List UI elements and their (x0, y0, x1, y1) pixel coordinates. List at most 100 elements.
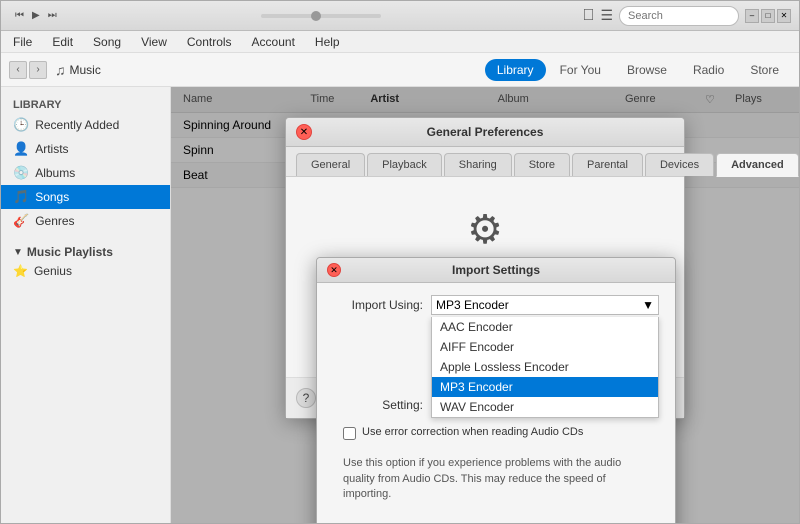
library-section-title: Library (1, 95, 170, 113)
import-title: Import Settings (341, 263, 651, 277)
error-correction-checkbox[interactable] (343, 427, 356, 440)
dropdown-wav[interactable]: WAV Encoder (432, 397, 658, 417)
songs-icon: 🎵 (13, 189, 29, 205)
tab-radio[interactable]: Radio (681, 59, 736, 81)
genres-icon: 🎸 (13, 213, 29, 229)
fast-forward-button[interactable]: ⏭ (46, 8, 59, 23)
sidebar-item-genius[interactable]: ⭐ Genius (1, 261, 170, 281)
tab-parental[interactable]: Parental (572, 153, 643, 176)
maximize-button[interactable]: □ (761, 9, 775, 23)
tab-sharing[interactable]: Sharing (444, 153, 512, 176)
menu-help[interactable]: Help (311, 33, 344, 51)
progress-bar-area (65, 14, 577, 18)
general-prefs-help-button[interactable]: ? (296, 388, 316, 408)
progress-thumb (311, 11, 321, 21)
songs-label: Songs (35, 190, 69, 204)
playlists-section-title[interactable]: ▼ Music Playlists (1, 241, 170, 261)
playlists-label: Music Playlists (27, 245, 113, 259)
menu-file[interactable]: File (9, 33, 36, 51)
sidebar-item-artists[interactable]: 👤 Artists (1, 137, 170, 161)
menu-edit[interactable]: Edit (48, 33, 77, 51)
error-correction-description: Use this option if you experience proble… (333, 450, 659, 508)
nav-arrows: ‹ › (9, 61, 47, 79)
general-prefs-tabs: General Playback Sharing Store Parental … (286, 147, 684, 177)
rewind-button[interactable]: ⏮ (13, 8, 26, 23)
minimize-button[interactable]: – (745, 9, 759, 23)
overlay: ✕ General Preferences General Playback S… (171, 87, 799, 523)
play-button[interactable]: ▶ (30, 8, 42, 23)
import-settings-dialog: ✕ Import Settings Import Using: (316, 257, 676, 523)
general-prefs-title: General Preferences (312, 125, 658, 139)
setting-label: Setting: (333, 398, 423, 412)
gear-large-icon: ⚙ (467, 207, 503, 253)
error-correction-row: Use error correction when reading Audio … (333, 425, 659, 440)
search-input[interactable] (619, 6, 739, 26)
import-close-button[interactable]: ✕ (327, 263, 341, 277)
dropdown-apple-lossless[interactable]: Apple Lossless Encoder (432, 357, 658, 377)
close-button[interactable]: ✕ (777, 9, 791, 23)
tab-playback[interactable]: Playback (367, 153, 442, 176)
general-prefs-title-bar: ✕ General Preferences (286, 118, 684, 147)
menu-bar: File Edit Song View Controls Account Hel… (1, 31, 799, 53)
import-using-display[interactable]: MP3 Encoder ▼ (431, 295, 659, 315)
recently-added-icon: 🕒 (13, 117, 29, 133)
sidebar: Library 🕒 Recently Added 👤 Artists 💿 Alb… (1, 87, 171, 523)
sidebar-item-songs[interactable]: 🎵 Songs (1, 185, 170, 209)
albums-label: Albums (35, 166, 75, 180)
nav-bar: ‹ › ♫ Music Library For You Browse Radio… (1, 53, 799, 87)
menu-view[interactable]: View (137, 33, 171, 51)
import-using-row: Import Using: MP3 Encoder ▼ AAC (333, 295, 659, 315)
tab-store[interactable]: Store (514, 153, 570, 176)
recently-added-label: Recently Added (35, 118, 119, 132)
dropdown-mp3[interactable]: MP3 Encoder (432, 377, 658, 397)
window-controls: – □ ✕ (745, 9, 791, 23)
tab-devices[interactable]: Devices (645, 153, 714, 176)
artists-icon: 👤 (13, 141, 29, 157)
sidebar-item-albums[interactable]: 💿 Albums (1, 161, 170, 185)
genius-label: Genius (34, 264, 72, 278)
title-bar: ⏮ ▶ ⏭  ☰ – □ ✕ (1, 1, 799, 31)
menu-controls[interactable]: Controls (183, 33, 236, 51)
tab-advanced[interactable]: Advanced (716, 153, 799, 177)
import-body: Import Using: MP3 Encoder ▼ AAC (317, 283, 675, 523)
app-window: ⏮ ▶ ⏭  ☰ – □ ✕ File Edit Song View Cont… (0, 0, 800, 524)
general-preferences-dialog: ✕ General Preferences General Playback S… (285, 117, 685, 419)
sidebar-item-genres[interactable]: 🎸 Genres (1, 209, 170, 233)
playlist-expand-icon: ▼ (13, 247, 23, 258)
general-prefs-close-button[interactable]: ✕ (296, 124, 312, 140)
apple-logo:  (582, 7, 594, 25)
tab-foryou[interactable]: For You (548, 59, 613, 81)
albums-icon: 💿 (13, 165, 29, 181)
import-using-value: MP3 Encoder (436, 298, 509, 312)
main-area: Library 🕒 Recently Added 👤 Artists 💿 Alb… (1, 87, 799, 523)
artists-label: Artists (35, 142, 68, 156)
tab-library[interactable]: Library (485, 59, 546, 81)
import-using-select-wrapper: MP3 Encoder ▼ AAC Encoder AIFF Encoder A… (431, 295, 659, 315)
dropdown-aiff[interactable]: AIFF Encoder (432, 337, 658, 357)
tab-browse[interactable]: Browse (615, 59, 679, 81)
back-button[interactable]: ‹ (9, 61, 27, 79)
content-panel: Name Time Artist Album Genre ♡ Plays Spi… (171, 87, 799, 523)
forward-button[interactable]: › (29, 61, 47, 79)
list-icon[interactable]: ☰ (600, 7, 613, 24)
menu-song[interactable]: Song (89, 33, 125, 51)
general-prefs-body: ⚙ Language: English (United States) (286, 177, 684, 377)
error-correction-label: Use error correction when reading Audio … (362, 425, 583, 440)
sidebar-item-recently-added[interactable]: 🕒 Recently Added (1, 113, 170, 137)
transport-controls: ⏮ ▶ ⏭ (13, 8, 59, 23)
breadcrumb: ♫ Music (55, 62, 101, 78)
import-dropdown: AAC Encoder AIFF Encoder Apple Lossless … (431, 317, 659, 418)
menu-account[interactable]: Account (248, 33, 299, 51)
import-note: Note: These settings do not apply to son… (333, 515, 659, 523)
dropdown-aac[interactable]: AAC Encoder (432, 317, 658, 337)
import-title-bar: ✕ Import Settings (317, 258, 675, 283)
music-icon: ♫ (55, 62, 66, 78)
genres-label: Genres (35, 214, 74, 228)
tab-general[interactable]: General (296, 153, 365, 176)
breadcrumb-label: Music (70, 63, 101, 77)
nav-tabs: Library For You Browse Radio Store (485, 59, 791, 81)
progress-track[interactable] (261, 14, 381, 18)
tab-store[interactable]: Store (738, 59, 791, 81)
genius-icon: ⭐ (13, 264, 28, 278)
import-using-arrow: ▼ (642, 298, 654, 312)
